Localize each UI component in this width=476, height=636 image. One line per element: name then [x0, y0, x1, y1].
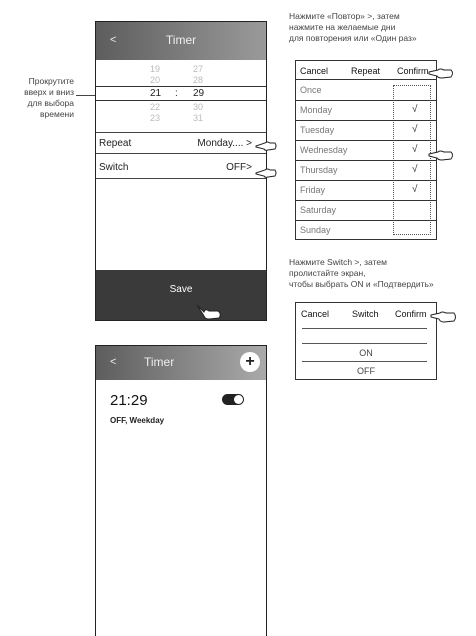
page-title: Timer	[165, 33, 197, 47]
cancel-button[interactable]: Cancel	[301, 309, 329, 319]
picker-minute: 27	[193, 64, 204, 74]
switch-row[interactable]: Switch OFF>	[96, 157, 266, 179]
timer-status: OFF, Weekday	[110, 416, 165, 425]
picker-row: 22 30	[96, 102, 266, 113]
day-row[interactable]: Friday √	[296, 180, 436, 200]
day-label: Monday	[300, 105, 333, 115]
pointing-hand-icon	[428, 68, 453, 79]
page-title: Timer	[144, 355, 175, 369]
pointer-line	[76, 95, 96, 96]
day-row[interactable]: Once	[296, 80, 436, 100]
day-label: Saturday	[300, 205, 337, 215]
dialog-title: Switch	[352, 309, 379, 319]
pointing-hand-icon	[430, 311, 456, 323]
day-label: Sunday	[300, 225, 331, 235]
option-on[interactable]: ON	[296, 348, 436, 358]
timer-toggle[interactable]	[222, 394, 244, 405]
confirm-button[interactable]: Confirm	[397, 66, 429, 76]
picker-hour: 23	[150, 113, 161, 123]
pointing-hand-icon	[196, 304, 221, 320]
day-row[interactable]: Tuesday √	[296, 120, 436, 140]
divider	[302, 361, 427, 362]
divider	[96, 100, 266, 101]
day-label: Friday	[300, 185, 326, 195]
divider	[302, 343, 427, 344]
switch-value: OFF>	[226, 162, 252, 173]
back-button[interactable]: <	[110, 356, 116, 368]
repeat-label: Repeat	[99, 138, 132, 149]
picker-hour: 22	[150, 102, 161, 112]
day-row[interactable]: Saturday	[296, 200, 436, 220]
toggle-knob	[234, 395, 243, 404]
confirm-button[interactable]: Confirm	[395, 309, 427, 319]
dialog-header: Cancel Switch Confirm	[296, 303, 436, 323]
add-icon[interactable]: +	[240, 352, 260, 372]
repeat-value: Monday.... >	[197, 138, 252, 149]
scroll-instruction: Прокрутите вверх и вниз для выбора време…	[24, 76, 74, 119]
dialog-title: Repeat	[351, 66, 381, 76]
day-row[interactable]: Monday √	[296, 100, 436, 120]
check-mark-icon: √	[412, 124, 418, 135]
option-off[interactable]: OFF	[296, 366, 436, 376]
picker-minute: 29	[193, 88, 205, 99]
picker-minute: 30	[193, 102, 204, 112]
day-label: Once	[300, 85, 322, 95]
dialog-header: Cancel Repeat Confirm	[296, 61, 436, 80]
check-mark-icon: √	[412, 164, 418, 175]
picker-minute: 31	[193, 113, 204, 123]
timer-time: 21:29	[110, 392, 148, 409]
header-bar: < Timer +	[96, 346, 266, 380]
picker-row: 19 27	[96, 64, 266, 75]
day-row[interactable]: Thursday √	[296, 160, 436, 180]
day-label: Wednesday	[300, 145, 348, 155]
pointing-hand-icon	[255, 141, 277, 151]
picker-row-selected: 21 : 29	[96, 88, 266, 99]
check-mark-icon: √	[412, 144, 418, 155]
save-button[interactable]: Save	[96, 270, 266, 320]
switch-instruction: Нажмите Switch >, затем пролистайте экра…	[289, 257, 434, 289]
switch-dialog: Cancel Switch Confirm ON OFF	[295, 302, 437, 380]
save-label: Save	[169, 284, 193, 295]
check-mark-icon: √	[412, 104, 418, 115]
timer-list-screen: < Timer + 21:29 OFF, Weekday	[95, 345, 267, 636]
pointing-hand-icon	[255, 168, 277, 178]
cancel-button[interactable]: Cancel	[300, 66, 328, 76]
check-mark-icon: √	[412, 184, 418, 195]
picker-separator: :	[175, 88, 178, 99]
picker-hour: 21	[150, 88, 162, 99]
switch-label: Switch	[99, 162, 129, 173]
picker-row: 23 31	[96, 113, 266, 124]
day-label: Tuesday	[300, 125, 335, 135]
timer-edit-screen: < Timer 19 27 20 28 21 : 29 22 30 23 31 …	[95, 21, 267, 321]
picker-hour: 20	[150, 75, 161, 85]
header-bar: < Timer	[96, 22, 266, 60]
repeat-instruction: Нажмите «Повтор» >, затем нажмите на жел…	[289, 11, 417, 43]
repeat-row[interactable]: Repeat Monday.... >	[96, 132, 266, 154]
repeat-dialog: Cancel Repeat Confirm Once Monday √ Tuesday…	[295, 60, 437, 240]
day-row[interactable]: Wednesday √	[296, 140, 436, 160]
pointing-hand-icon	[428, 150, 453, 161]
divider	[96, 86, 266, 87]
divider	[302, 328, 427, 329]
day-label: Thursday	[300, 165, 338, 175]
picker-hour: 19	[150, 64, 161, 74]
day-row[interactable]: Sunday	[296, 220, 436, 240]
picker-row: 20 28	[96, 75, 266, 86]
picker-minute: 28	[193, 75, 204, 85]
time-picker[interactable]: 19 27 20 28 21 : 29 22 30 23 31	[96, 61, 266, 124]
